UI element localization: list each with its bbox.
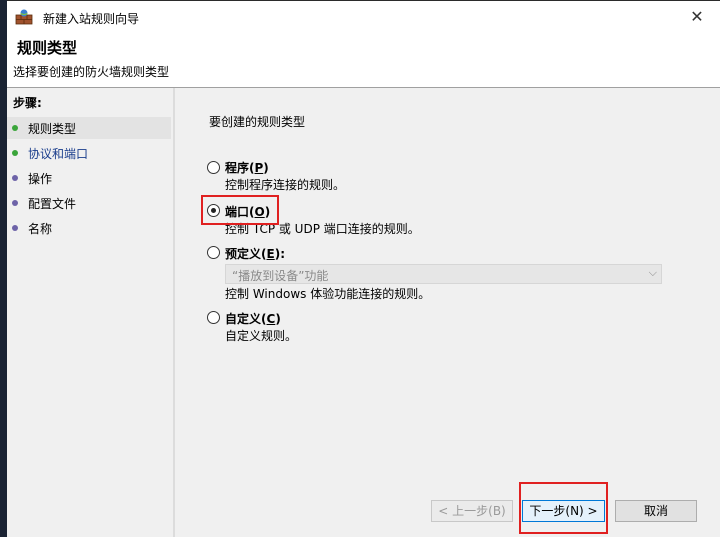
- page-title: 规则类型: [17, 39, 78, 57]
- title-bar[interactable]: 新建入站规则向导 ✕: [7, 1, 720, 31]
- step-label: 操作: [28, 172, 53, 186]
- custom-radio[interactable]: [207, 311, 220, 324]
- custom-option-label[interactable]: 自定义(C): [225, 310, 281, 327]
- predefined-option-desc: 控制 Windows 体验功能连接的规则。: [225, 287, 431, 301]
- main-content: 要创建的规则类型 程序(P) 控制程序连接的规则。 端口(O) 控制 TCP 或…: [175, 88, 720, 537]
- step-status-icon: [12, 175, 18, 181]
- step-label: 规则类型: [28, 122, 77, 136]
- step-status-icon: [12, 150, 18, 156]
- wizard-header: 规则类型 选择要创建的防火墙规则类型: [7, 31, 720, 87]
- predefined-radio[interactable]: [207, 246, 220, 259]
- step-label: 协议和端口: [28, 147, 89, 161]
- chevron-down-icon: ⌵: [648, 266, 657, 279]
- firewall-wall-icon: [15, 9, 33, 25]
- program-radio[interactable]: [207, 161, 220, 174]
- step-rule-type[interactable]: 规则类型: [7, 117, 171, 139]
- steps-panel: 步骤: 规则类型 协议和端口 操作 配置文件 名称: [7, 88, 173, 537]
- predefined-option-label[interactable]: 预定义(E):: [225, 245, 285, 262]
- step-status-icon: [12, 200, 18, 206]
- next-button-highlight: [519, 482, 608, 534]
- port-option-highlight: [201, 195, 279, 225]
- predefined-select-value: “播放到设备”功能: [232, 269, 329, 283]
- step-action[interactable]: 操作: [7, 167, 171, 189]
- desktop-edge: [0, 0, 7, 537]
- rule-type-prompt: 要创建的规则类型: [209, 115, 306, 129]
- program-option-desc: 控制程序连接的规则。: [225, 178, 346, 192]
- page-subtitle: 选择要创建的防火墙规则类型: [13, 65, 170, 79]
- step-protocol-ports[interactable]: 协议和端口: [7, 142, 171, 164]
- steps-title: 步骤:: [13, 96, 42, 110]
- program-option-label[interactable]: 程序(P): [225, 159, 269, 176]
- step-status-icon: [12, 225, 18, 231]
- predefined-select[interactable]: “播放到设备”功能 ⌵: [225, 264, 662, 284]
- step-label: 配置文件: [28, 197, 77, 211]
- window-title: 新建入站规则向导: [43, 12, 140, 26]
- back-button[interactable]: < 上一步(B): [431, 500, 513, 522]
- cancel-button[interactable]: 取消: [615, 500, 697, 522]
- close-icon[interactable]: ✕: [688, 7, 706, 26]
- step-status-icon: [12, 125, 18, 131]
- step-profile[interactable]: 配置文件: [7, 192, 171, 214]
- step-label: 名称: [28, 222, 53, 236]
- custom-option-desc: 自定义规则。: [225, 329, 298, 343]
- step-name[interactable]: 名称: [7, 217, 171, 239]
